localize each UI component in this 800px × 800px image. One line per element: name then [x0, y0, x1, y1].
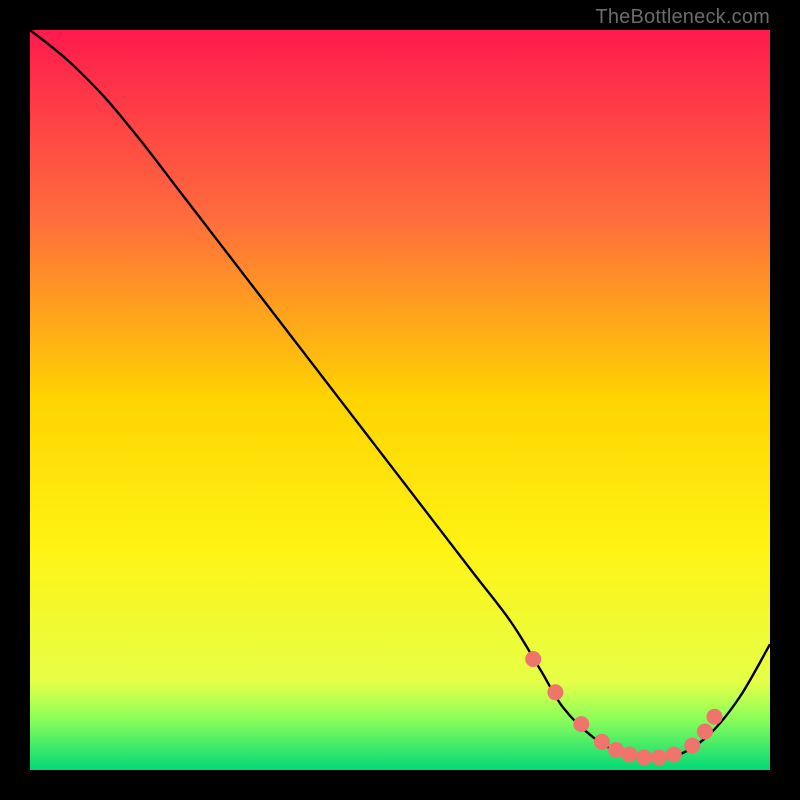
- marker-point: [636, 749, 652, 765]
- marker-point: [573, 716, 589, 732]
- marker-point: [594, 734, 610, 750]
- marker-point: [666, 746, 682, 762]
- marker-point: [707, 709, 723, 725]
- marker-point: [547, 684, 563, 700]
- marker-point: [621, 746, 637, 762]
- attribution-label: TheBottleneck.com: [595, 6, 770, 29]
- marker-point: [651, 749, 667, 765]
- plot-area: [30, 30, 770, 770]
- marker-point: [697, 724, 713, 740]
- marker-point: [684, 738, 700, 754]
- chart-svg: [30, 30, 770, 770]
- marker-point: [525, 651, 541, 667]
- chart-frame: TheBottleneck.com: [0, 0, 800, 800]
